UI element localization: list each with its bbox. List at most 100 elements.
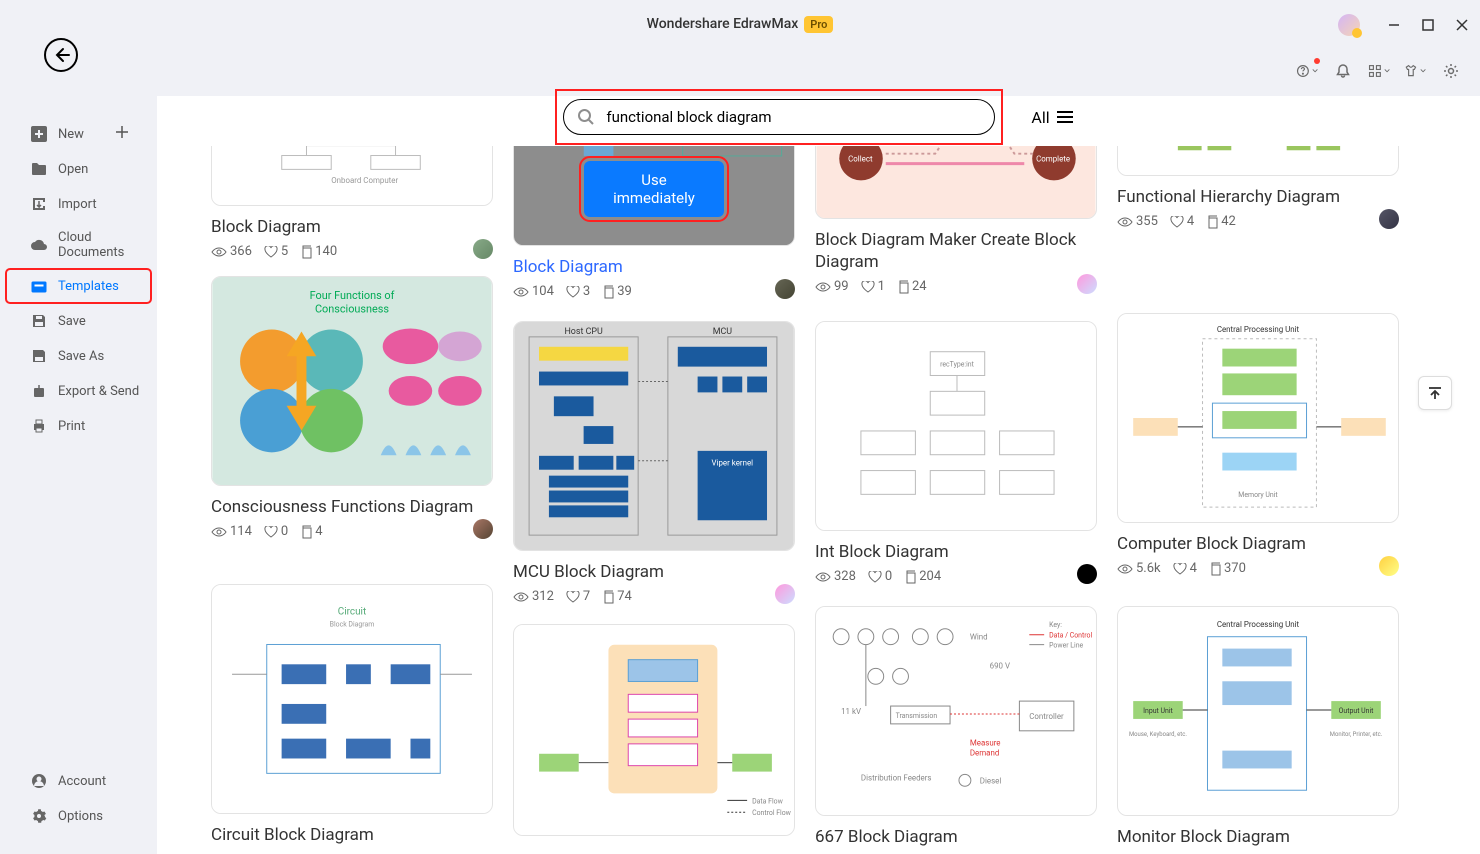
card-stats: 5.6k 4 370	[1117, 561, 1399, 576]
bell-icon[interactable]	[1332, 60, 1354, 82]
author-avatar[interactable]	[1379, 556, 1399, 576]
pro-badge: Pro	[804, 16, 833, 33]
sidebar-item-export[interactable]: Export & Send	[6, 374, 151, 408]
views-stat: 114	[211, 524, 252, 539]
author-avatar[interactable]	[775, 584, 795, 604]
sidebar-label: Options	[58, 809, 103, 824]
svg-text:Onboard Computer: Onboard Computer	[331, 176, 398, 185]
help-icon[interactable]	[1296, 60, 1318, 82]
template-card[interactable]: CollectComplete Block Diagram Maker Crea…	[815, 146, 1097, 294]
likes-stat: 4	[1170, 214, 1194, 229]
card-title: Computer Block Diagram	[1117, 533, 1399, 555]
svg-text:Distribution Feeders: Distribution Feeders	[861, 773, 932, 782]
settings-icon[interactable]	[1440, 60, 1462, 82]
sidebar-item-print[interactable]: Print	[6, 409, 151, 443]
apps-icon[interactable]	[1368, 60, 1390, 82]
use-immediately-button[interactable]: Use immediately	[584, 161, 724, 217]
template-thumb: Data FlowControl Flow	[513, 624, 795, 836]
menu-icon	[1056, 110, 1074, 124]
minimize-button[interactable]	[1386, 17, 1402, 33]
sidebar-item-saveas[interactable]: Save As	[6, 339, 151, 373]
sidebar-item-options[interactable]: Options	[6, 799, 151, 833]
maximize-button[interactable]	[1420, 17, 1436, 33]
likes-stat: 5	[264, 244, 288, 259]
svg-text:Four Functions of: Four Functions of	[310, 289, 395, 302]
print-icon	[30, 417, 48, 435]
sidebar-item-save[interactable]: Save	[6, 304, 151, 338]
template-card[interactable]: Use immediately Block Diagram 104 3 39	[513, 146, 795, 299]
back-button[interactable]	[44, 38, 78, 72]
copies-stat: 74	[602, 589, 632, 604]
user-avatar-icon[interactable]	[1338, 14, 1360, 36]
svg-text:MCU: MCU	[713, 327, 733, 337]
gear-icon	[30, 807, 48, 825]
sidebar-item-new[interactable]: New	[6, 117, 151, 151]
template-card[interactable]: Wind 690 V 11 kVTransmission Controller …	[815, 606, 1097, 848]
template-thumb: recType:int	[815, 321, 1097, 531]
sidebar-label: Save As	[58, 349, 104, 364]
author-avatar[interactable]	[473, 519, 493, 539]
sidebar-item-cloud[interactable]: Cloud Documents	[6, 222, 151, 268]
sidebar-item-account[interactable]: Account	[6, 764, 151, 798]
plus-icon[interactable]	[115, 125, 129, 143]
sidebar-item-templates[interactable]: Templates	[6, 269, 151, 303]
views-stat: 328	[815, 569, 856, 584]
filter-all-button[interactable]: All	[1031, 108, 1073, 127]
svg-text:Key:: Key:	[1049, 621, 1062, 629]
export-icon	[30, 382, 48, 400]
template-card[interactable]: recType:int Int Block Diagram 328 0 204	[815, 321, 1097, 584]
cloud-icon	[30, 236, 48, 254]
svg-text:Complete: Complete	[1036, 155, 1070, 164]
sidebar-label: Export & Send	[58, 384, 139, 399]
svg-text:690 V: 690 V	[990, 661, 1010, 670]
svg-text:Host CPU: Host CPU	[564, 327, 603, 337]
template-card[interactable]: Functional Hierarchy Diagram 355 4 42	[1117, 146, 1399, 229]
author-avatar[interactable]	[775, 279, 795, 299]
author-avatar[interactable]	[1077, 564, 1097, 584]
search-row: All	[157, 93, 1480, 141]
app-title: Wondershare EdrawMax	[647, 16, 799, 32]
template-card[interactable]: Four Functions ofConsciousness Conscious…	[211, 276, 493, 539]
views-stat: 104	[513, 284, 554, 299]
svg-text:Block Diagram: Block Diagram	[330, 621, 375, 629]
likes-stat: 0	[868, 569, 892, 584]
saveas-icon	[30, 347, 48, 365]
template-card[interactable]: Host CPUMCU Viper kernel MCU Block Diagr…	[513, 321, 795, 604]
sidebar-item-import[interactable]: Import	[6, 187, 151, 221]
svg-text:Monitor, Printer, etc.: Monitor, Printer, etc.	[1330, 731, 1383, 738]
card-title: Block Diagram	[211, 216, 493, 238]
template-card[interactable]: Central Processing Unit Input UnitOutput…	[1117, 606, 1399, 848]
template-card[interactable]: Data FlowControl Flow	[513, 624, 795, 836]
copies-stat: 370	[1209, 561, 1246, 576]
main-content: All Onboard Computer Block Diagram 366 5…	[157, 96, 1480, 854]
card-stats: 355 4 42	[1117, 214, 1399, 229]
template-card[interactable]: CircuitBlock Diagram Circuit Block Diagr…	[211, 584, 493, 846]
tshirt-icon[interactable]	[1404, 60, 1426, 82]
svg-text:Data Flow: Data Flow	[752, 797, 784, 805]
sidebar-item-open[interactable]: Open	[6, 152, 151, 186]
author-avatar[interactable]	[1379, 209, 1399, 229]
sidebar-label: Cloud Documents	[58, 230, 141, 260]
copies-stat: 140	[300, 244, 337, 259]
filter-label: All	[1031, 108, 1049, 127]
template-thumb: Host CPUMCU Viper kernel	[513, 321, 795, 551]
account-icon	[30, 772, 48, 790]
likes-stat: 3	[566, 284, 590, 299]
card-stats: 328 0 204	[815, 569, 1097, 584]
template-card[interactable]: Central Processing Unit Memory Unit Comp…	[1117, 313, 1399, 576]
svg-text:Measure: Measure	[970, 739, 1001, 748]
svg-text:Collect: Collect	[848, 155, 873, 164]
author-avatar[interactable]	[473, 239, 493, 259]
close-button[interactable]	[1454, 17, 1470, 33]
search-icon	[577, 108, 595, 130]
card-title: Int Block Diagram	[815, 541, 1097, 563]
card-stats: 114 0 4	[211, 524, 493, 539]
template-card[interactable]: Onboard Computer Block Diagram 366 5 140	[211, 146, 493, 259]
likes-stat: 4	[1173, 561, 1197, 576]
svg-text:Circuit: Circuit	[338, 607, 366, 618]
card-title: Consciousness Functions Diagram	[211, 496, 493, 518]
template-thumb: Four Functions ofConsciousness	[211, 276, 493, 486]
svg-text:Data / Control: Data / Control	[1049, 632, 1092, 640]
template-thumb: Central Processing Unit Memory Unit	[1117, 313, 1399, 523]
svg-text:Demand: Demand	[970, 749, 999, 758]
